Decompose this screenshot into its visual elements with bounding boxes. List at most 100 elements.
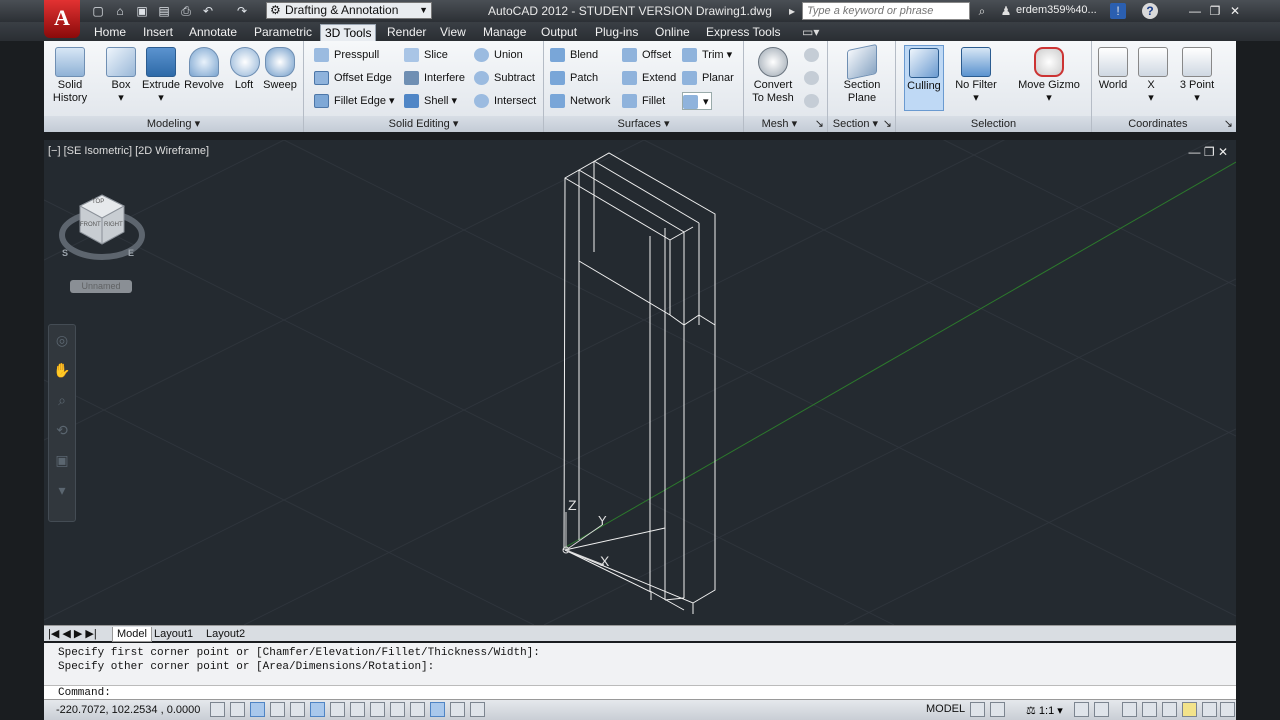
trim-button[interactable]: Trim ▾ [682, 46, 732, 64]
planar-button[interactable]: Planar [682, 69, 734, 87]
mesh-smooth-button[interactable] [804, 46, 820, 64]
tab-home[interactable]: Home [90, 24, 130, 41]
box-button[interactable]: Box ▾ [104, 47, 138, 105]
mesh-refine-button[interactable] [804, 69, 820, 87]
convert-to-mesh-button[interactable]: Convert To Mesh [748, 47, 798, 105]
user-icon[interactable]: ♟ [998, 3, 1014, 19]
coordinates-panel-title[interactable]: Coordinates ↘ [1092, 116, 1236, 132]
intersect-button[interactable]: Intersect [474, 92, 536, 110]
viewport-controls-label[interactable]: [−] [SE Isometric] [2D Wireframe] [48, 145, 209, 157]
new-icon[interactable]: ▢ [90, 3, 106, 19]
open-icon[interactable]: ⌂ [112, 3, 128, 19]
redo-icon[interactable]: ↷ [234, 3, 250, 19]
lock-icon[interactable] [1142, 702, 1157, 717]
zoom-icon[interactable]: ⌕ [49, 385, 75, 415]
offset-surface-button[interactable]: Offset [622, 46, 671, 64]
fillet-edge-button[interactable]: Fillet Edge ▾ [314, 92, 395, 110]
quick-properties-toggle[interactable] [450, 702, 465, 717]
search-icon[interactable]: ⌕ [974, 3, 990, 19]
layout-nav-arrows[interactable]: |◀ ◀ ▶ ▶| [48, 627, 97, 641]
ucs-x-button[interactable]: X ▾ [1138, 47, 1168, 105]
lineweight-toggle[interactable] [410, 702, 425, 717]
status-menu-icon[interactable] [1202, 702, 1217, 717]
sweep-button[interactable]: Sweep [262, 47, 298, 92]
modeling-panel-title[interactable]: Modeling ▾ [44, 116, 303, 132]
undo-icon[interactable]: ↶ [200, 3, 216, 19]
viewcube-top[interactable]: TOP [92, 199, 104, 205]
model-space-button[interactable]: MODEL [926, 703, 965, 715]
slice-button[interactable]: Slice [404, 46, 448, 64]
ribbon-options-icon[interactable]: ▭▾ [798, 24, 823, 41]
hardware-acceleration-icon[interactable] [1162, 702, 1177, 717]
tab-view[interactable]: View [436, 24, 470, 41]
exchange-icon[interactable]: ! [1110, 3, 1126, 19]
fillet-surface-button[interactable]: Fillet [622, 92, 665, 110]
tab-insert[interactable]: Insert [139, 24, 177, 41]
ucs-world-button[interactable]: World [1096, 47, 1130, 92]
coordinates-display[interactable]: -220.7072, 102.2534 , 0.0000 [56, 704, 200, 716]
auto-scale-icon[interactable] [1094, 702, 1109, 717]
ducs-toggle[interactable] [370, 702, 385, 717]
solid-editing-panel-title[interactable]: Solid Editing ▾ [304, 116, 543, 132]
interfere-button[interactable]: Interfere [404, 69, 465, 87]
drawing-viewport[interactable]: TOP FRONT RIGHT S E Z Y X [−] [SE Isomet… [44, 140, 1236, 625]
minimize-button[interactable]: — [1186, 3, 1204, 19]
tab-model[interactable]: Model [112, 627, 152, 642]
tab-annotate[interactable]: Annotate [185, 24, 241, 41]
shell-button[interactable]: Shell ▾ [404, 92, 457, 110]
steering-wheel-icon[interactable]: ◎ [49, 325, 75, 355]
restore-button[interactable]: ❐ [1206, 3, 1224, 19]
tab-online[interactable]: Online [651, 24, 694, 41]
polar-toggle[interactable] [290, 702, 305, 717]
viewport-window-controls[interactable]: — ❐ ✕ [1189, 145, 1228, 159]
command-input[interactable]: Command: [44, 685, 1236, 699]
annotation-scale[interactable]: ⚖ 1:1 ▾ [1026, 704, 1063, 717]
help-icon[interactable]: ? [1142, 3, 1158, 19]
infer-constraints-toggle[interactable] [210, 702, 225, 717]
navbar-options-icon[interactable]: ▾ [49, 475, 75, 505]
blend-button[interactable]: Blend [550, 46, 598, 64]
union-button[interactable]: Union [474, 46, 523, 64]
extrude-button[interactable]: Extrude ▾ [142, 47, 180, 105]
no-filter-button[interactable]: No Filter ▾ [952, 47, 1000, 105]
grid-toggle[interactable] [250, 702, 265, 717]
offset-edge-button[interactable]: Offset Edge [314, 69, 392, 87]
orbit-icon[interactable]: ⟲ [49, 415, 75, 445]
mesh-crease-button[interactable] [804, 92, 820, 110]
quick-view-drawings-icon[interactable] [990, 702, 1005, 717]
solid-history-button[interactable]: Solid History [50, 47, 90, 105]
ucs-3-point-button[interactable]: 3 Point ▾ [1174, 47, 1220, 105]
ortho-toggle[interactable] [270, 702, 285, 717]
mesh-panel-title[interactable]: Mesh ▾ ↘ [744, 116, 827, 132]
ucs-unnamed-button[interactable]: Unnamed [70, 280, 132, 293]
compass-east[interactable]: E [128, 248, 134, 258]
otrack-toggle[interactable] [350, 702, 365, 717]
surface-extra-dropdown[interactable]: ▾ [682, 92, 712, 110]
presspull-button[interactable]: Presspull [314, 46, 379, 64]
user-name[interactable]: erdem359%40... [1016, 4, 1097, 16]
save-as-icon[interactable]: ▤ [156, 3, 172, 19]
viewcube-right[interactable]: RIGHT [104, 222, 123, 228]
surfaces-panel-title[interactable]: Surfaces ▾ [544, 116, 743, 132]
section-panel-title[interactable]: Section ▾ ↘ [828, 116, 895, 132]
section-plane-button[interactable]: Section Plane [836, 43, 888, 105]
move-gizmo-button[interactable]: Move Gizmo ▾ [1014, 47, 1084, 105]
workspace-dropdown[interactable]: ⚙ Drafting & Annotation ▼ [266, 2, 432, 19]
patch-button[interactable]: Patch [550, 69, 598, 87]
application-menu-button[interactable]: A [44, 0, 80, 38]
snap-toggle[interactable] [230, 702, 245, 717]
save-icon[interactable]: ▣ [134, 3, 150, 19]
dyn-toggle[interactable] [390, 702, 405, 717]
subtract-button[interactable]: Subtract [474, 69, 535, 87]
revolve-button[interactable]: Revolve [184, 47, 224, 92]
culling-button[interactable]: Culling [904, 45, 944, 111]
loft-button[interactable]: Loft [230, 47, 260, 92]
print-icon[interactable]: ⎙ [178, 3, 194, 19]
tab-parametric[interactable]: Parametric [250, 24, 316, 41]
search-expand-icon[interactable]: ▸ [784, 3, 800, 19]
tab-layout2[interactable]: Layout2 [206, 627, 245, 641]
pan-icon[interactable]: ✋ [49, 355, 75, 385]
tab-3d-tools[interactable]: 3D Tools [320, 24, 377, 41]
annotation-visibility-icon[interactable] [1074, 702, 1089, 717]
viewcube-front[interactable]: FRONT [80, 222, 101, 228]
